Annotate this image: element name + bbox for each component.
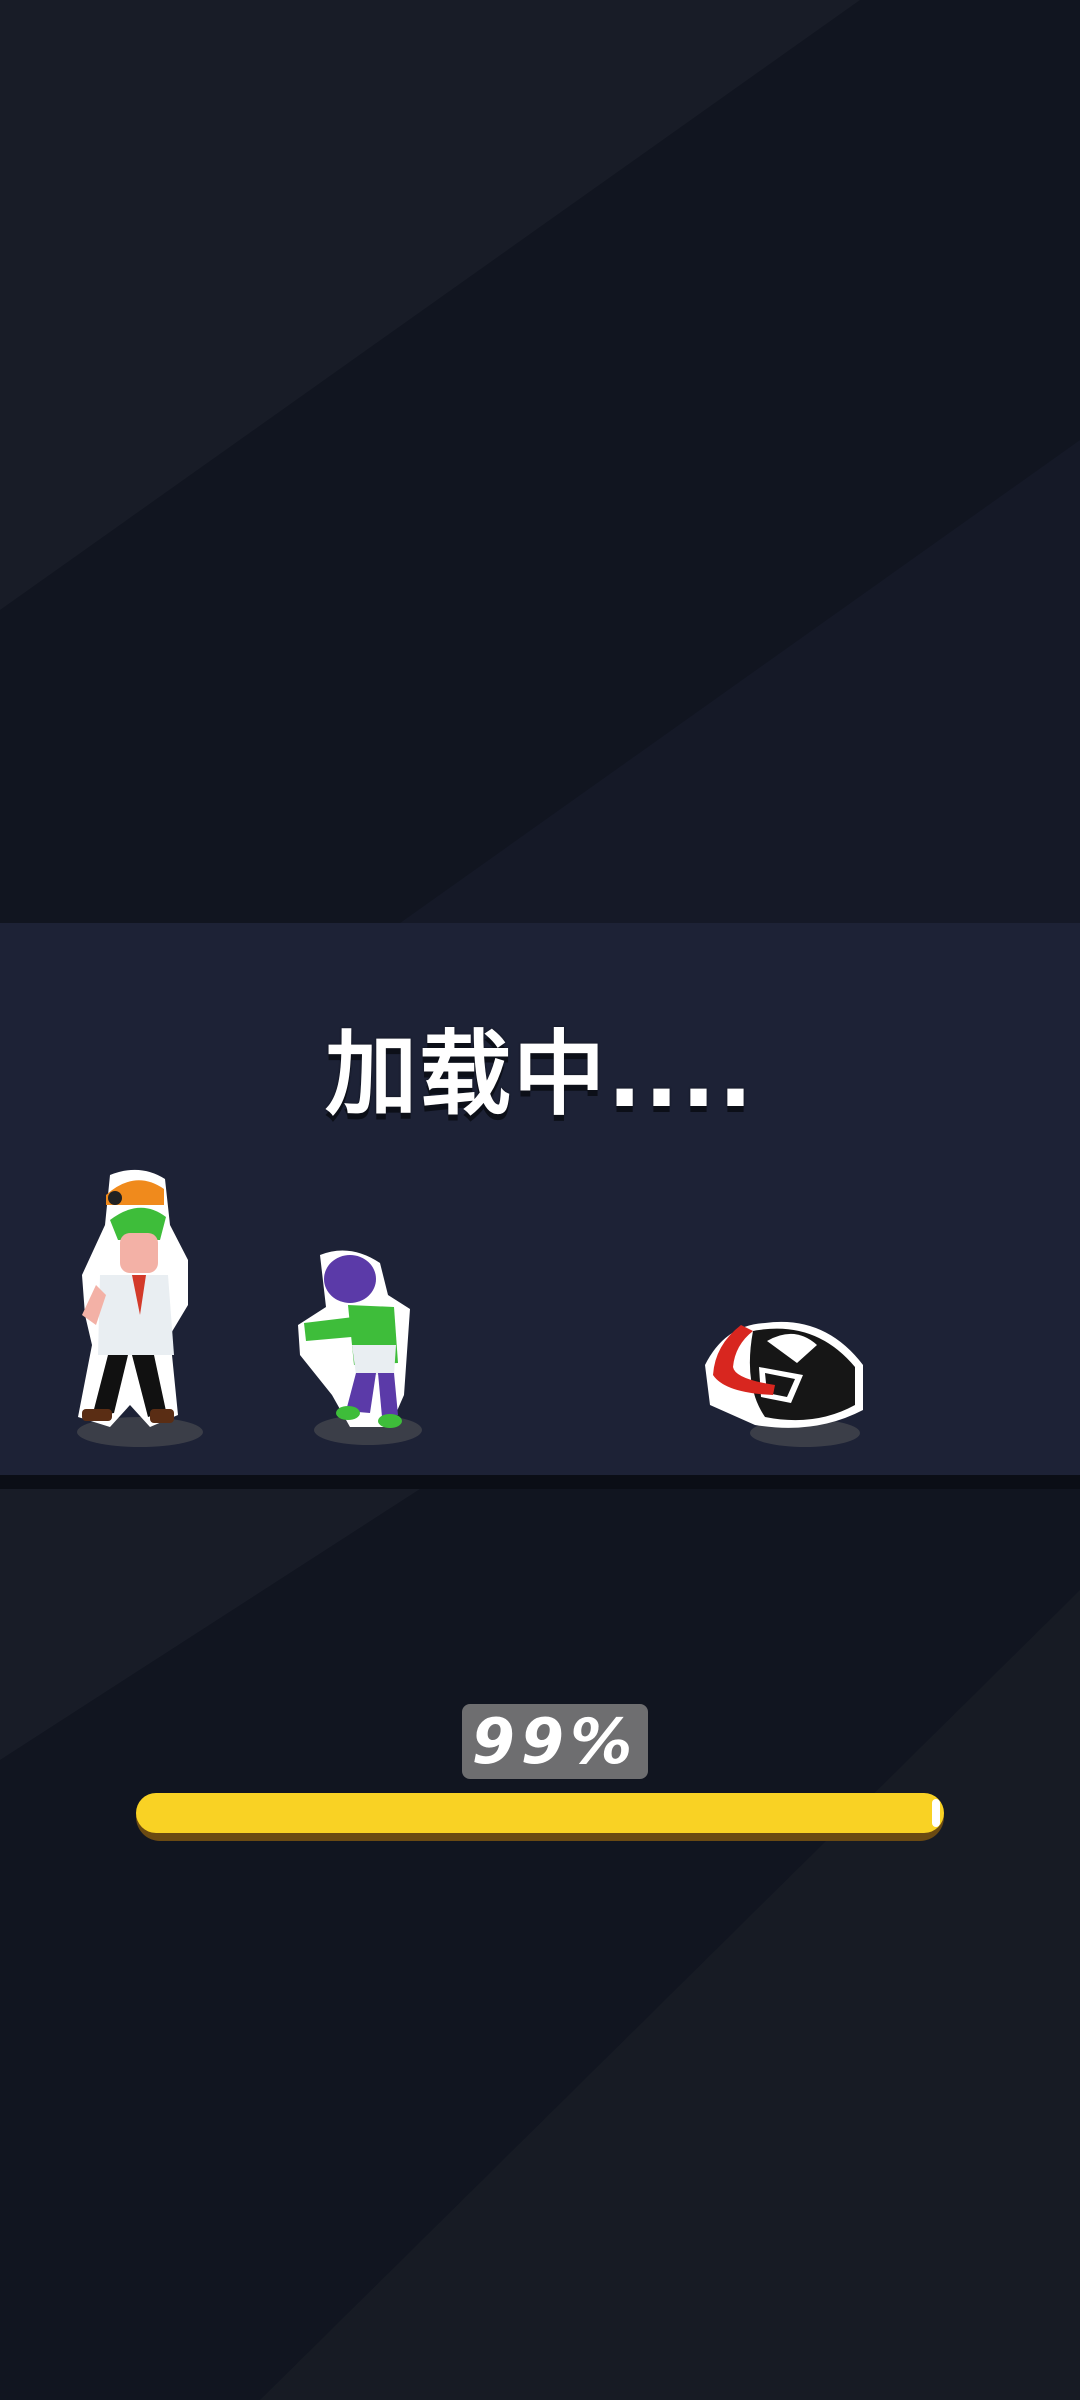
venom-character-icon xyxy=(705,1321,863,1447)
progress-percent-label: 99% xyxy=(462,1704,648,1779)
progress-bar-highlight xyxy=(932,1799,940,1827)
banner-shadow xyxy=(0,1475,1080,1489)
zombie-character-icon xyxy=(298,1250,422,1445)
progress-bar-fill xyxy=(136,1793,944,1833)
scientist-character-icon xyxy=(77,1169,203,1447)
loading-title: 加载中.... xyxy=(325,1021,755,1128)
progress-bar xyxy=(136,1793,944,1841)
